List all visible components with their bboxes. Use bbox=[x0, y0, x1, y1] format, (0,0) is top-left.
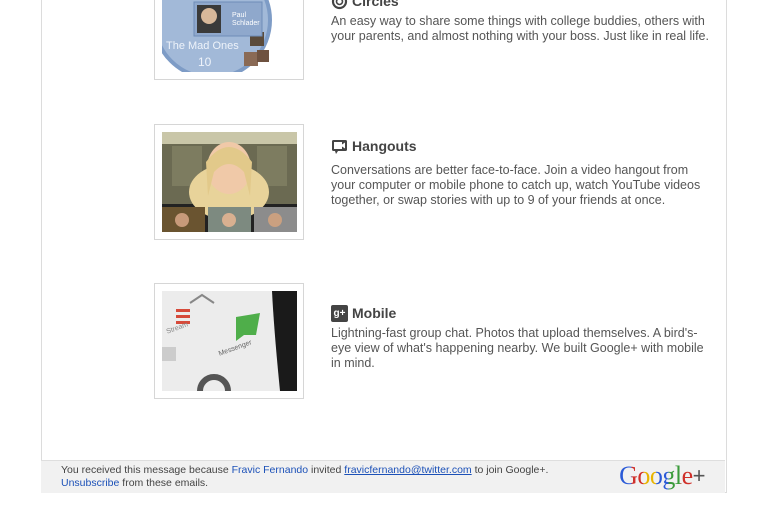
footer-text: You received this message because Fravic… bbox=[61, 464, 548, 490]
footer-text-part: from these emails. bbox=[119, 477, 209, 489]
feature-title-mobile: g+ Mobile bbox=[331, 304, 711, 322]
feature-description-mobile: Lightning-fast group chat. Photos that u… bbox=[331, 326, 704, 370]
email-card: Paul Schlader The Mad Ones 10 Circles An… bbox=[41, 0, 727, 493]
circles-icon bbox=[331, 0, 348, 10]
circle-count: 10 bbox=[198, 55, 212, 69]
sender-email-link[interactable]: fravicfernando@twitter.com bbox=[344, 464, 471, 476]
gplus-icon-text: g+ bbox=[333, 307, 346, 319]
feature-title-text: Circles bbox=[352, 0, 399, 9]
circle-name: The Mad Ones bbox=[166, 40, 239, 52]
feature-description-circles: An easy way to share some things with co… bbox=[331, 14, 709, 43]
feature-title-hangouts: Hangouts bbox=[331, 137, 711, 155]
google-plus-logo: Google+ bbox=[619, 461, 705, 491]
circle-person-name: Paul Schlader bbox=[232, 12, 260, 27]
circles-thumbnail: Paul Schlader The Mad Ones 10 bbox=[154, 0, 304, 80]
footer-text-part: You received this message because bbox=[61, 464, 232, 476]
circles-illustration bbox=[162, 0, 297, 72]
gplus-mobile-icon: g+ bbox=[331, 304, 348, 322]
feature-title-text: Mobile bbox=[352, 305, 397, 321]
mobile-thumbnail: Stream Messenger bbox=[154, 283, 304, 399]
hangouts-illustration bbox=[162, 132, 297, 232]
google-logo-text: Google bbox=[619, 461, 693, 490]
unsubscribe-link[interactable]: Unsubscribe bbox=[61, 477, 119, 489]
sender-name-link[interactable]: Fravic Fernando bbox=[232, 464, 308, 476]
hangouts-icon bbox=[331, 138, 348, 155]
hangouts-thumbnail bbox=[154, 124, 304, 240]
email-footer: You received this message because Fravic… bbox=[41, 460, 725, 493]
google-plus-sign: + bbox=[692, 463, 706, 488]
mobile-illustration bbox=[162, 291, 297, 391]
feature-title-text: Hangouts bbox=[352, 138, 417, 154]
footer-text-part: invited bbox=[308, 464, 345, 476]
feature-title-circles: Circles bbox=[331, 0, 711, 10]
footer-text-part: to join Google+. bbox=[471, 464, 549, 476]
feature-description-hangouts: Conversations are better face-to-face. J… bbox=[331, 163, 701, 207]
